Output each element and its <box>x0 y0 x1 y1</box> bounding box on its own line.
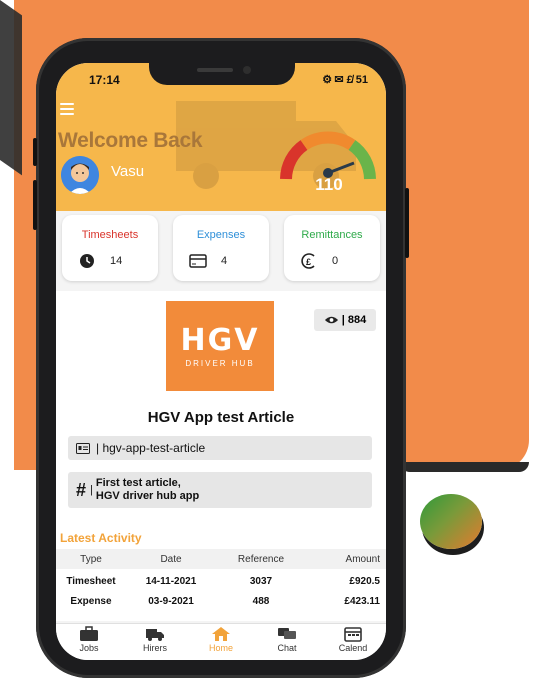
user-avatar-icon <box>61 156 99 194</box>
column-header: Type <box>80 553 102 565</box>
card-value: 14 <box>110 255 123 267</box>
table-row[interactable]: Timesheet 14-11-2021 3037 £920.5 <box>56 571 386 591</box>
views-badge: | 884 <box>314 309 376 331</box>
welcome-heading: Welcome Back <box>58 129 203 152</box>
column-header: Reference <box>237 553 285 565</box>
tab-label: Chat <box>277 643 297 653</box>
chat-icon <box>278 628 296 639</box>
cell-amount: £423.11 <box>344 595 380 607</box>
speaker-grille <box>197 68 233 72</box>
logo-subtext: DRIVER HUB <box>185 359 255 368</box>
briefcase-icon <box>80 626 98 641</box>
status-time: 17:14 <box>89 73 120 87</box>
hgv-logo: HGV DRIVER HUB <box>166 301 274 391</box>
description-line-1: First test article, <box>95 477 181 489</box>
tab-label: Jobs <box>79 643 99 653</box>
card-row: £ 0 <box>300 253 338 269</box>
id-card-icon <box>76 442 90 454</box>
latest-activity-title: Latest Activity <box>60 531 142 545</box>
tab-jobs[interactable]: Jobs <box>56 624 122 660</box>
views-count: | 884 <box>341 314 367 326</box>
hash-icon: # <box>76 479 87 500</box>
tab-label: Home <box>208 643 233 653</box>
hamburger-menu-icon[interactable] <box>60 103 74 115</box>
clock-icon <box>80 254 94 268</box>
column-header: Amount <box>345 553 380 565</box>
card-title: Timesheets <box>81 229 139 241</box>
card-row: 14 <box>78 253 122 269</box>
tab-label: Calend <box>338 643 368 653</box>
cell-type: Expense <box>70 595 112 607</box>
slug-text: | hgv-app-test-article <box>96 441 206 455</box>
decorative-gradient-dot <box>420 494 482 549</box>
logo-text: HGV <box>180 323 260 358</box>
pound-icon: £ <box>301 253 315 269</box>
stat-cards: Timesheets 14 Expenses 4 Remittances £ 0 <box>56 215 386 285</box>
cell-reference: 3037 <box>249 575 273 587</box>
column-header: Date <box>160 553 182 565</box>
power-button <box>405 188 409 258</box>
tab-hirers[interactable]: Hirers <box>122 624 188 660</box>
cell-date: 03-9-2021 <box>148 595 194 607</box>
description-line-2: HGV driver hub app <box>95 490 200 502</box>
tab-chat[interactable]: Chat <box>254 624 320 660</box>
card-title: Remittances <box>301 229 363 241</box>
tab-home[interactable]: Home <box>188 624 254 660</box>
cell-type: Timesheet <box>66 575 116 587</box>
article-description: # | First test article, HGV driver hub a… <box>68 472 372 508</box>
eye-icon <box>324 316 338 324</box>
article-title: HGV App test Article <box>147 409 295 426</box>
card-value: 0 <box>332 255 339 267</box>
article-slug: | hgv-app-test-article <box>68 436 372 460</box>
card-title: Expenses <box>196 229 246 241</box>
score-value: 110 <box>315 175 343 194</box>
avatar[interactable] <box>61 156 99 194</box>
card-timesheets[interactable]: Timesheets 14 <box>62 215 158 281</box>
table-row[interactable]: Expense 03-9-2021 488 £423.11 <box>56 591 386 611</box>
phone-notch <box>149 63 295 85</box>
calendar-icon <box>344 627 362 642</box>
card-row: 4 <box>189 253 227 269</box>
card-remittances[interactable]: Remittances £ 0 <box>284 215 380 281</box>
app-screen: 17:14 ⚙ ✉ £̸ 51 Welcome Back Vasu 110 Ti… <box>56 63 386 660</box>
card-icon <box>189 254 207 268</box>
tab-label: Hirers <box>143 643 167 653</box>
volume-up-button <box>33 138 37 166</box>
truck-icon <box>146 629 164 641</box>
article-panel: HGV DRIVER HUB | 884 HGV App test Articl… <box>56 291 386 621</box>
volume-down-button <box>33 180 37 230</box>
activity-table-header: Type Date Reference Amount <box>56 549 386 569</box>
card-value: 4 <box>221 255 228 267</box>
status-indicators: ⚙ ✉ £̸ 51 <box>322 74 368 86</box>
username: Vasu <box>111 163 145 180</box>
home-icon <box>212 627 230 641</box>
cell-reference: 488 <box>252 595 270 607</box>
background-dark-edge <box>400 462 529 472</box>
dashboard-header: 17:14 ⚙ ✉ £̸ 51 Welcome Back Vasu 110 <box>56 63 386 211</box>
cell-date: 14-11-2021 <box>145 575 197 587</box>
bottom-tab-bar: Jobs Hirers Home Chat Calend <box>56 623 386 660</box>
description-text: First test article, HGV driver hub app <box>96 477 199 503</box>
svg-text:£: £ <box>306 257 311 267</box>
background-shadow <box>0 0 22 176</box>
cell-amount: £920.5 <box>349 575 380 587</box>
phone-frame: 17:14 ⚙ ✉ £̸ 51 Welcome Back Vasu 110 Ti… <box>33 38 409 678</box>
front-camera <box>243 66 251 74</box>
separator: | <box>90 484 93 496</box>
card-expenses[interactable]: Expenses 4 <box>173 215 269 281</box>
tab-calendar[interactable]: Calend <box>320 624 386 660</box>
